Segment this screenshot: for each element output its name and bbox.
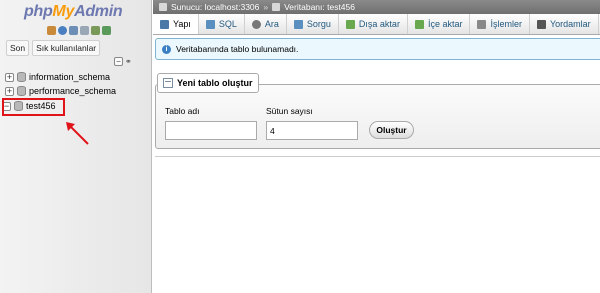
tab-label: Yapı — [173, 19, 191, 29]
server-icon — [159, 3, 167, 11]
tab-routines[interactable]: Yordamlar — [530, 14, 599, 34]
database-icon — [17, 86, 26, 96]
navigation-panel: phpMyAdmin Son Sık kullanılanlar − ⚭ + i… — [0, 0, 152, 293]
tab-label: Ara — [264, 19, 279, 29]
tab-export[interactable]: Dışa aktar — [339, 14, 408, 34]
query-icon — [293, 19, 303, 29]
breadcrumb-database[interactable]: Veritabanı: test456 — [284, 2, 355, 12]
reload-icon[interactable] — [102, 26, 111, 35]
no-tables-notice: i Veritabanında tablo bulunamadı. — [155, 38, 600, 60]
logo-admin: Admin — [74, 3, 123, 20]
logo-my: My — [52, 3, 75, 20]
notice-text: Veritabanında tablo bulunamadı. — [176, 44, 299, 54]
home-icon[interactable] — [47, 26, 56, 35]
tab-query[interactable]: Sorgu — [287, 14, 339, 34]
breadcrumb-server[interactable]: Sunucu: localhost:3306 — [171, 2, 259, 12]
phpmyadmin-logo[interactable]: phpMyAdmin — [24, 3, 123, 21]
legend-text: Yeni tablo oluştur — [177, 78, 253, 88]
recent-tab[interactable]: Son — [6, 40, 30, 56]
info-icon: i — [162, 44, 171, 54]
collapse-all-button[interactable]: − — [114, 57, 123, 66]
search-icon — [251, 19, 261, 29]
import-icon — [414, 19, 424, 29]
nav-icon-bar — [47, 26, 111, 35]
db-item-performance-schema[interactable]: + performance_schema — [5, 86, 116, 96]
column-count-label: Sütun sayısı — [266, 106, 313, 116]
logo-php: php — [24, 3, 53, 20]
tree-controls: − ⚭ — [114, 57, 132, 66]
tab-sql[interactable]: SQL — [199, 14, 245, 34]
tab-label: Yordamlar — [549, 19, 591, 29]
breadcrumb-separator: » — [263, 2, 269, 12]
table-add-icon — [163, 78, 173, 88]
tab-label: İçe aktar — [427, 19, 463, 29]
db-name[interactable]: information_schema — [29, 72, 110, 82]
tab-label: Sorgu — [306, 19, 331, 29]
export-icon — [345, 19, 355, 29]
database-icon — [272, 3, 281, 11]
annotation-arrow-icon — [66, 122, 89, 145]
docs-icon[interactable] — [80, 26, 89, 35]
tab-operations[interactable]: İşlemler — [470, 14, 530, 34]
favorites-tab[interactable]: Sık kullanılanlar — [32, 40, 101, 56]
tab-import[interactable]: İçe aktar — [408, 14, 471, 34]
divider — [155, 156, 600, 157]
database-icon — [17, 72, 26, 82]
structure-icon — [160, 19, 169, 29]
wrench-icon — [477, 19, 487, 29]
column-count-input[interactable] — [266, 121, 358, 140]
db-name[interactable]: performance_schema — [29, 86, 116, 96]
tab-search[interactable]: Ara — [245, 14, 287, 34]
help-icon[interactable] — [69, 26, 78, 35]
main-tabs: Yapı SQL Ara Sorgu Dışa aktar İçe aktar … — [153, 14, 600, 35]
recent-favorites-tabs: Son Sık kullanılanlar — [6, 40, 101, 56]
table-name-label: Tablo adı — [165, 106, 200, 116]
link-icon[interactable]: ⚭ — [125, 57, 132, 66]
tab-structure[interactable]: Yapı — [153, 14, 199, 34]
create-table-legend: Yeni tablo oluştur — [157, 73, 259, 93]
sql-icon — [205, 19, 215, 29]
tab-label: İşlemler — [490, 19, 522, 29]
routines-icon — [536, 19, 546, 29]
expand-icon[interactable]: + — [5, 72, 14, 82]
db-item-information-schema[interactable]: + information_schema — [5, 72, 110, 82]
table-name-input[interactable] — [165, 121, 257, 140]
tab-label: SQL — [218, 19, 237, 29]
expand-icon[interactable]: + — [5, 86, 14, 96]
create-button[interactable]: Oluştur — [369, 121, 414, 139]
tab-label: Dışa aktar — [358, 19, 400, 29]
settings-icon[interactable] — [91, 26, 100, 35]
annotation-highlight-box — [2, 98, 65, 116]
logout-icon[interactable] — [58, 26, 67, 35]
breadcrumb-bar: Sunucu: localhost:3306 » Veritabanı: tes… — [153, 0, 600, 14]
